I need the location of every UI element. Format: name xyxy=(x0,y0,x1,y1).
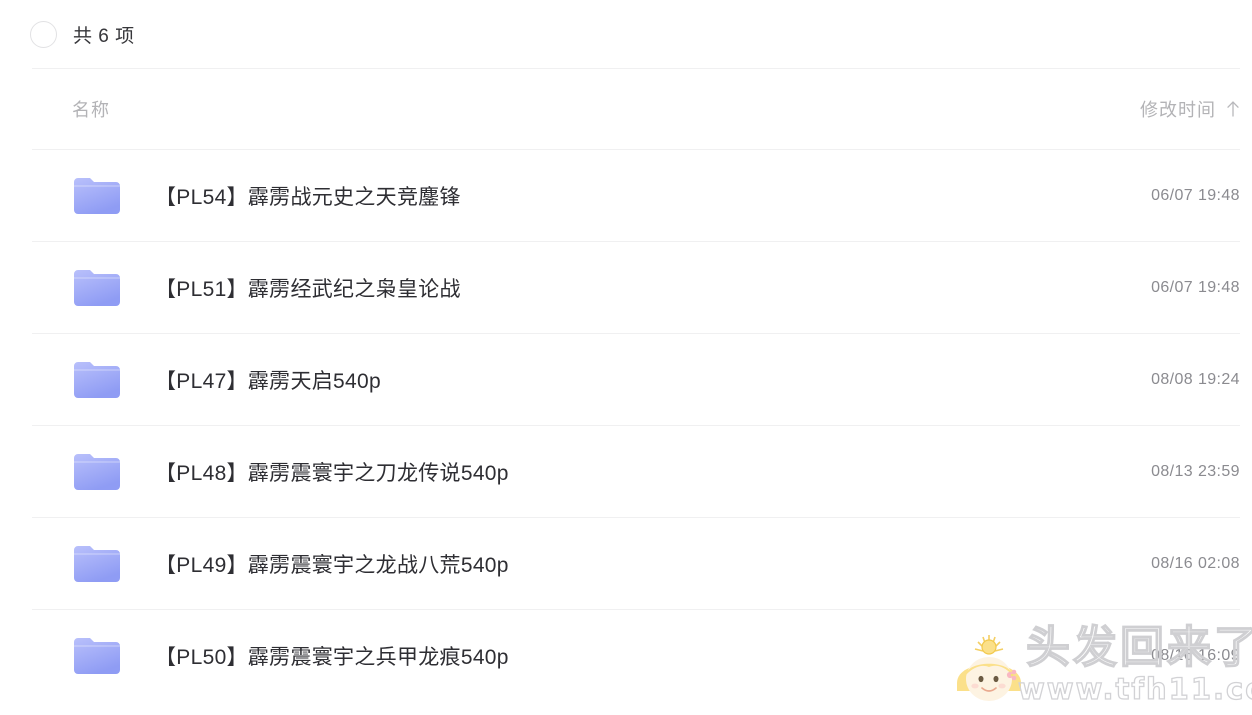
file-modified-time: 06/07 19:48 xyxy=(1151,186,1240,204)
column-header-row: 名称 修改时间 xyxy=(0,69,1252,149)
file-name[interactable]: 【PL51】霹雳经武纪之枭皇论战 xyxy=(155,273,1151,303)
file-name[interactable]: 【PL49】霹雳震寰宇之龙战八荒540p xyxy=(155,549,1151,579)
column-header-mtime-label: 修改时间 xyxy=(1140,100,1216,120)
select-all-checkbox[interactable] xyxy=(30,20,57,48)
file-name[interactable]: 【PL47】霹雳天启540p xyxy=(155,365,1151,395)
file-row[interactable]: 【PL51】霹雳经武纪之枭皇论战 06/07 19:48 xyxy=(0,242,1252,333)
file-modified-time: 06/07 19:48 xyxy=(1151,278,1240,296)
file-row[interactable]: 【PL48】霹雳震寰宇之刀龙传说540p 08/13 23:59 xyxy=(0,426,1252,517)
file-name[interactable]: 【PL48】霹雳震寰宇之刀龙传说540p xyxy=(155,457,1151,487)
file-modified-time: 08/16 02:08 xyxy=(1151,554,1240,572)
column-header-name[interactable]: 名称 xyxy=(72,96,1140,122)
file-row[interactable]: 【PL47】霹雳天启540p 08/08 19:24 xyxy=(0,334,1252,425)
folder-icon xyxy=(74,638,120,674)
folder-icon xyxy=(74,546,120,582)
file-row[interactable]: 【PL49】霹雳震寰宇之龙战八荒540p 08/16 02:08 xyxy=(0,518,1252,609)
file-name[interactable]: 【PL54】霹雳战元史之天竞鏖锋 xyxy=(155,181,1151,211)
arrow-up-icon xyxy=(1227,101,1239,117)
file-modified-time: 08/16 16:09 xyxy=(1151,646,1240,664)
folder-icon xyxy=(74,362,120,398)
file-row[interactable]: 【PL50】霹雳震寰宇之兵甲龙痕540p 08/16 16:09 xyxy=(0,610,1252,701)
file-modified-time: 08/13 23:59 xyxy=(1151,462,1240,480)
file-modified-time: 08/08 19:24 xyxy=(1151,370,1240,388)
file-name[interactable]: 【PL50】霹雳震寰宇之兵甲龙痕540p xyxy=(155,641,1151,671)
file-row[interactable]: 【PL54】霹雳战元史之天竞鏖锋 06/07 19:48 xyxy=(0,150,1252,241)
file-list: 【PL54】霹雳战元史之天竞鏖锋 06/07 19:48 【PL51】霹雳经武纪之枭… xyxy=(0,150,1252,701)
column-header-mtime[interactable]: 修改时间 xyxy=(1140,96,1240,122)
folder-icon xyxy=(74,454,120,490)
folder-icon xyxy=(74,270,120,306)
selection-count-label: 共 6 项 xyxy=(73,25,135,47)
folder-icon xyxy=(74,178,120,214)
selection-bar: 共 6 项 xyxy=(0,0,1252,68)
